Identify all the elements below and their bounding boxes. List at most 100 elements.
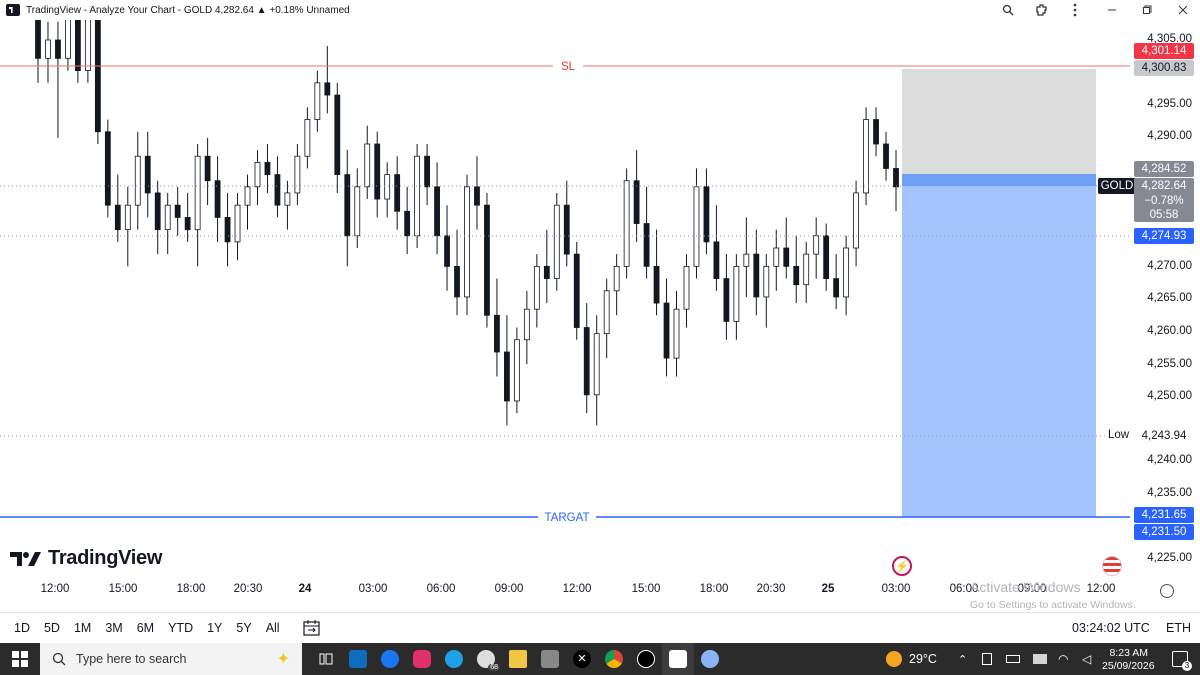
- candle-down[interactable]: [94, 0, 101, 133]
- candle-down[interactable]: [274, 174, 281, 206]
- file-explorer-icon[interactable]: [502, 643, 534, 675]
- candle-down[interactable]: [474, 186, 480, 206]
- stop-zone[interactable]: [902, 69, 1096, 174]
- candle-down[interactable]: [723, 278, 730, 322]
- weather-widget[interactable]: 29°C: [886, 651, 937, 667]
- show-hidden-icons[interactable]: ⌃: [958, 653, 967, 666]
- candle-down[interactable]: [404, 210, 411, 237]
- candle-up[interactable]: [65, 0, 71, 59]
- candle-up[interactable]: [284, 192, 291, 206]
- candle-up[interactable]: [593, 333, 600, 396]
- store-app-icon[interactable]: [534, 643, 566, 675]
- candle-down[interactable]: [753, 253, 760, 298]
- battery-icon[interactable]: [1006, 655, 1020, 663]
- candle-down[interactable]: [643, 223, 650, 267]
- candle-up[interactable]: [683, 265, 690, 310]
- edge-app-icon[interactable]: [438, 643, 470, 675]
- close-icon[interactable]: [1168, 0, 1198, 20]
- candle-up[interactable]: [853, 192, 859, 249]
- candle-up[interactable]: [763, 265, 770, 298]
- more-icon[interactable]: [1060, 0, 1090, 20]
- candle-up[interactable]: [863, 119, 869, 194]
- candle-down[interactable]: [344, 174, 351, 237]
- candle-down[interactable]: [434, 186, 440, 237]
- candle-down[interactable]: [793, 265, 800, 286]
- instagram-app-icon[interactable]: [406, 643, 438, 675]
- candle-down[interactable]: [184, 217, 191, 231]
- candle-down[interactable]: [893, 168, 899, 188]
- candle-up[interactable]: [533, 265, 540, 310]
- candle-up[interactable]: [613, 265, 620, 292]
- lightning-event-icon[interactable]: ⚡: [892, 556, 912, 576]
- candle-up[interactable]: [603, 290, 610, 335]
- candle-up[interactable]: [194, 155, 201, 231]
- candle-down[interactable]: [444, 235, 450, 267]
- range-all-button[interactable]: All: [266, 621, 280, 635]
- candle-down[interactable]: [174, 204, 181, 218]
- candle-up[interactable]: [813, 235, 820, 255]
- candle-down[interactable]: [224, 217, 231, 243]
- candle-down[interactable]: [104, 131, 111, 206]
- candle-down[interactable]: [883, 143, 889, 169]
- tradingview-logo[interactable]: TradingView: [10, 547, 162, 570]
- candle-up[interactable]: [803, 253, 810, 286]
- candle-down[interactable]: [424, 155, 430, 188]
- chrome-app-icon[interactable]: [598, 643, 630, 675]
- candle-down[interactable]: [374, 143, 381, 200]
- chrome-profile-icon[interactable]: 68: [470, 643, 502, 675]
- us-flag-event-icon[interactable]: [1102, 556, 1122, 576]
- candle-up[interactable]: [384, 174, 391, 200]
- candle-up[interactable]: [124, 204, 131, 231]
- candle-up[interactable]: [254, 161, 261, 188]
- candle-up[interactable]: [234, 204, 241, 243]
- candle-down[interactable]: [833, 278, 840, 298]
- range-1y-button[interactable]: 1Y: [207, 621, 222, 635]
- candle-down[interactable]: [783, 247, 790, 267]
- range-1m-button[interactable]: 1M: [74, 621, 91, 635]
- candle-up[interactable]: [843, 247, 850, 298]
- candle-down[interactable]: [703, 186, 710, 243]
- x-app-icon[interactable]: ✕: [566, 643, 598, 675]
- restore-icon[interactable]: [1132, 0, 1162, 20]
- entry-band[interactable]: [902, 174, 1096, 186]
- candle-up[interactable]: [294, 155, 301, 194]
- candle-down[interactable]: [334, 94, 341, 175]
- candle-up[interactable]: [134, 155, 141, 206]
- candle-down[interactable]: [55, 39, 61, 59]
- candle-up[interactable]: [364, 143, 371, 188]
- candle-up[interactable]: [244, 186, 251, 206]
- taskbar-clock[interactable]: 8:23 AM 25/09/2026: [1102, 647, 1155, 673]
- range-3m-button[interactable]: 3M: [105, 621, 122, 635]
- network-icon[interactable]: [1033, 654, 1047, 664]
- candle-down[interactable]: [144, 155, 151, 194]
- tradingview-taskbar-icon[interactable]: [662, 643, 694, 675]
- goto-date-icon[interactable]: [302, 619, 322, 637]
- candle-up[interactable]: [623, 180, 630, 267]
- price-chart[interactable]: SL TARGAT: [0, 0, 1200, 580]
- range-5d-button[interactable]: 5D: [44, 621, 60, 635]
- candle-down[interactable]: [214, 180, 221, 218]
- facebook-app-icon[interactable]: [374, 643, 406, 675]
- candle-down[interactable]: [154, 192, 161, 231]
- candle-down[interactable]: [663, 302, 670, 359]
- paint-app-icon[interactable]: [694, 643, 726, 675]
- candle-down[interactable]: [573, 253, 580, 328]
- candle-up[interactable]: [84, 0, 91, 71]
- candle-down[interactable]: [204, 155, 211, 182]
- candle-up[interactable]: [164, 204, 171, 231]
- minimize-icon[interactable]: [1097, 0, 1127, 20]
- candle-down[interactable]: [873, 119, 879, 145]
- candle-up[interactable]: [464, 186, 470, 298]
- candle-down[interactable]: [583, 327, 590, 396]
- wifi-icon[interactable]: ◠: [1058, 652, 1068, 666]
- candle-down[interactable]: [563, 204, 570, 255]
- candle-down[interactable]: [35, 9, 41, 59]
- task-view-icon[interactable]: [310, 643, 342, 675]
- candle-up[interactable]: [513, 339, 520, 402]
- candle-down[interactable]: [543, 265, 550, 279]
- volume-icon[interactable]: ◁: [1082, 652, 1091, 666]
- notification-center-icon[interactable]: 3: [1172, 651, 1192, 671]
- taskbar-search-box[interactable]: Type here to search ✦: [40, 643, 302, 675]
- candle-down[interactable]: [454, 265, 460, 298]
- candle-up[interactable]: [354, 186, 361, 237]
